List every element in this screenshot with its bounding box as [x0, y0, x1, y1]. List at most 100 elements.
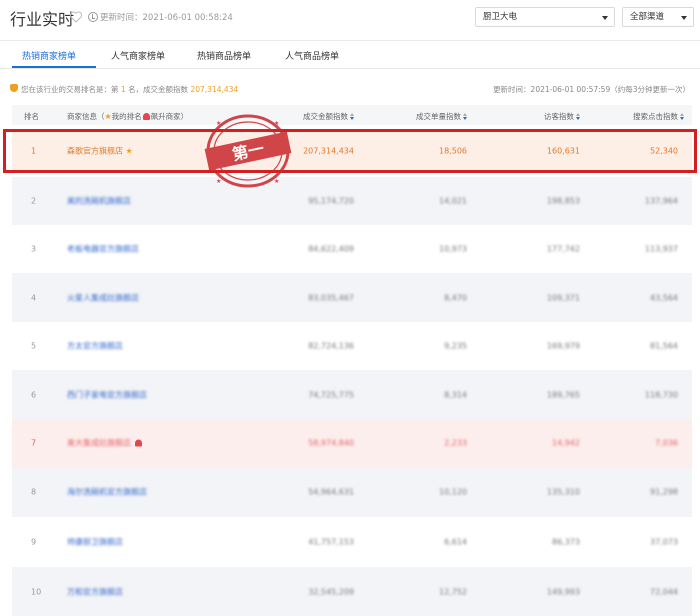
- row-gmv: 58,974,840: [308, 438, 354, 448]
- row-rank: 2: [31, 196, 37, 206]
- row-visitors: 86,373: [552, 537, 580, 547]
- row-orders: 9,235: [444, 341, 467, 351]
- row-rank: 6: [31, 390, 37, 399]
- row-search: 37,073: [650, 537, 678, 547]
- channel-select[interactable]: 全部渠道: [622, 7, 694, 27]
- header-shop-label: 商家信息（: [67, 112, 105, 121]
- row-orders: 10,120: [439, 487, 467, 497]
- row-rank: 7: [31, 438, 37, 448]
- row-visitors: 14,942: [552, 438, 580, 448]
- page-title: 行业实时: [10, 10, 75, 29]
- row-search: 72,044: [650, 587, 678, 596]
- row-shop[interactable]: 美的洗碗机旗舰店: [67, 196, 131, 207]
- tab-bar: 热销商家榜单 人气商家榜单 热销商品榜单 人气商品榜单: [0, 41, 700, 69]
- table-row[interactable]: 7 美大集成灶旗舰店 58,974,840 2,233 14,942 7,036: [12, 419, 692, 467]
- svg-text:★: ★: [216, 178, 221, 185]
- header-orders-label: 成交单量指数: [416, 112, 461, 121]
- tab-hot-shops[interactable]: 热销商家榜单: [22, 49, 76, 62]
- row-orders: 2,233: [444, 438, 467, 448]
- category-select[interactable]: 厨卫大电: [475, 7, 615, 27]
- svg-text:★: ★: [274, 178, 279, 185]
- svg-text:★: ★: [216, 120, 221, 127]
- tab-popular-shops[interactable]: 人气商家榜单: [111, 49, 165, 62]
- chevron-down-icon: [681, 16, 687, 20]
- table-update-time: 更新时间：2021-06-01 00:57:59（约每3分钟更新一次）: [493, 85, 690, 94]
- row-search: 81,564: [650, 341, 678, 351]
- row-orders: 12,752: [439, 587, 467, 596]
- header-rank: 排名: [24, 112, 39, 121]
- tab-hot-products[interactable]: 热销商品榜单: [197, 49, 251, 62]
- header-visitors[interactable]: 访客指数: [544, 111, 580, 122]
- page-header: 行业实时 更新时间：2021-06-01 00:58:24 厨卫大电 全部渠道: [0, 0, 700, 40]
- row-search: 91,298: [650, 487, 678, 497]
- row-orders: 10,973: [439, 244, 467, 254]
- rank-summary-middle: 名，成交金额指数: [128, 85, 189, 94]
- category-select-value: 厨卫大电: [483, 12, 518, 22]
- header-my-rank: 我的排名: [111, 112, 142, 121]
- row-visitors: 189,765: [546, 390, 580, 399]
- table-row[interactable]: 2 美的洗碗机旗舰店 95,174,720 14,021 198,853 137…: [12, 177, 692, 225]
- row-visitors: 169,979: [546, 341, 580, 351]
- table-row[interactable]: 3 老板电器官方旗舰店 84,622,409 10,973 177,742 11…: [12, 225, 692, 273]
- row-shop[interactable]: 方太官方旗舰店: [67, 341, 123, 352]
- rank-summary-rank: 1: [120, 85, 126, 94]
- row-search: 7,036: [655, 438, 678, 448]
- row-rank: 8: [31, 487, 37, 497]
- row-gmv: 54,964,631: [308, 487, 354, 497]
- favorite-heart-icon[interactable]: [69, 10, 83, 24]
- row-shop[interactable]: 老板电器官方旗舰店: [67, 244, 139, 255]
- row-orders: 8,470: [444, 293, 467, 302]
- sort-icon: [350, 113, 354, 120]
- sort-icon: [576, 113, 580, 120]
- highlight-frame: [3, 129, 697, 173]
- rank-summary-prefix: 您在该行业的交易排名是：第: [21, 85, 119, 94]
- row-search: 113,937: [644, 244, 678, 254]
- row-rank: 4: [31, 293, 37, 302]
- row-orders: 14,021: [439, 196, 467, 206]
- table-row[interactable]: 5 方太官方旗舰店 82,724,136 9,235 169,979 81,56…: [12, 322, 692, 370]
- star-icon: ★: [104, 112, 112, 121]
- row-orders: 6,614: [444, 537, 467, 547]
- row-gmv: 41,757,153: [308, 537, 354, 547]
- row-visitors: 177,742: [546, 244, 580, 254]
- sort-icon: [463, 113, 467, 120]
- row-rank: 3: [31, 244, 37, 254]
- row-search: 43,564: [650, 293, 678, 302]
- table-row[interactable]: 6 西门子家电官方旗舰店 74,725,775 8,314 189,765 11…: [12, 370, 692, 419]
- row-shop[interactable]: 美大集成灶旗舰店: [67, 438, 143, 449]
- row-shop[interactable]: 火星人集成灶旗舰店: [67, 292, 139, 303]
- header-visitors-label: 访客指数: [544, 112, 574, 121]
- header-gmv[interactable]: 成交金额指数: [303, 111, 354, 122]
- row-visitors: 149,993: [546, 587, 580, 596]
- row-gmv: 84,622,409: [308, 244, 354, 254]
- rank-summary: 您在该行业的交易排名是：第 1 名，成交金额指数 207,314,434: [21, 84, 238, 95]
- row-shop[interactable]: 万和官方旗舰店: [67, 586, 123, 597]
- clock-icon: [88, 12, 98, 22]
- channel-select-value: 全部渠道: [630, 12, 665, 22]
- header-rising: 飙升商家）: [150, 112, 189, 121]
- row-search: 118,730: [644, 390, 678, 399]
- rising-icon: [142, 113, 150, 120]
- table-header: 排名 商家信息（★我的排名 飙升商家） 成交金额指数 成交单量指数 访客指数 搜索…: [12, 105, 692, 125]
- tab-popular-products[interactable]: 人气商品榜单: [285, 49, 339, 62]
- sort-icon: [680, 113, 684, 120]
- row-visitors: 135,310: [546, 487, 580, 497]
- row-shop[interactable]: 西门子家电官方旗舰店: [67, 389, 147, 400]
- row-visitors: 198,853: [546, 196, 580, 206]
- header-search-label: 搜索点击指数: [633, 112, 678, 121]
- header-search[interactable]: 搜索点击指数: [633, 111, 684, 122]
- svg-text:★: ★: [274, 120, 279, 127]
- row-orders: 8,314: [444, 390, 467, 399]
- row-rank: 5: [31, 341, 37, 351]
- header-orders[interactable]: 成交单量指数: [416, 111, 467, 122]
- row-shop[interactable]: 帅康厨卫旗舰店: [67, 537, 123, 548]
- table-row[interactable]: 8 海尔洗碗机官方旗舰店 54,964,631 10,120 135,310 9…: [12, 467, 692, 517]
- row-visitors: 109,371: [546, 293, 580, 302]
- row-rank: 9: [31, 537, 37, 547]
- row-gmv: 74,725,775: [308, 390, 354, 399]
- table-row[interactable]: 9 帅康厨卫旗舰店 41,757,153 6,614 86,373 37,073: [12, 517, 692, 567]
- table-row[interactable]: 10 万和官方旗舰店 32,545,209 12,752 149,993 72,…: [12, 567, 692, 616]
- row-shop[interactable]: 海尔洗碗机官方旗舰店: [67, 487, 147, 498]
- row-gmv: 83,035,467: [308, 293, 354, 302]
- table-row[interactable]: 4 火星人集成灶旗舰店 83,035,467 8,470 109,371 43,…: [12, 273, 692, 322]
